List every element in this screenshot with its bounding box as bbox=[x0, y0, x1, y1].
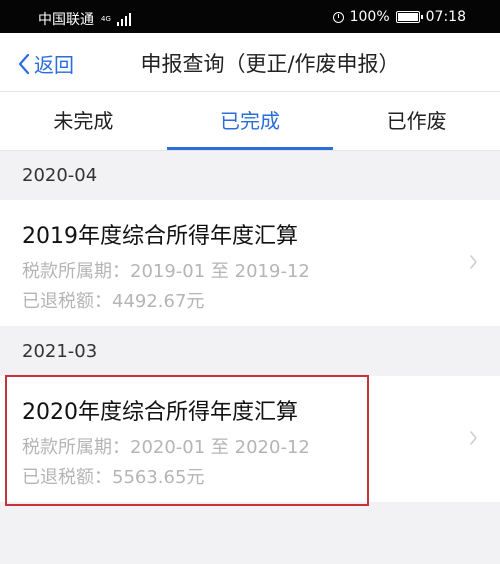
network-type: 4G bbox=[101, 14, 111, 23]
tab-incomplete[interactable]: 未完成 bbox=[0, 92, 167, 150]
status-left: 中国联通 4G bbox=[38, 9, 131, 29]
status-bar: 中国联通 4G 100% 07:18 bbox=[0, 0, 500, 33]
record-title: 2020年度综合所得年度汇算 bbox=[22, 400, 298, 425]
record-item[interactable]: 2020年度综合所得年度汇算 税款所属期：2020-01 至 2020-12 已… bbox=[0, 376, 500, 502]
record-refund: 已退税额：5563.65元 bbox=[22, 467, 205, 488]
section-date: 2020-04 bbox=[22, 165, 98, 186]
clock-time: 07:18 bbox=[425, 9, 466, 25]
carrier-name: 中国联通 bbox=[38, 12, 94, 28]
status-right: 100% 07:18 bbox=[332, 9, 466, 25]
section-date: 2021-03 bbox=[22, 341, 98, 362]
tab-bar: 未完成 已完成 已作废 bbox=[0, 92, 500, 151]
alarm-icon bbox=[332, 11, 344, 23]
record-period: 税款所属期：2019-01 至 2019-12 bbox=[22, 261, 310, 282]
record-item[interactable]: 2019年度综合所得年度汇算 税款所属期：2019-01 至 2019-12 已… bbox=[0, 200, 500, 326]
nav-bar: 返回 申报查询（更正/作废申报） bbox=[0, 33, 500, 92]
tab-completed[interactable]: 已完成 bbox=[166, 92, 334, 150]
chevron-right-icon bbox=[470, 431, 477, 445]
record-period: 税款所属期：2020-01 至 2020-12 bbox=[22, 437, 310, 458]
record-title: 2019年度综合所得年度汇算 bbox=[22, 224, 298, 249]
chevron-right-icon bbox=[470, 255, 477, 269]
battery-icon bbox=[395, 11, 423, 23]
battery-percent: 100% bbox=[349, 9, 390, 25]
record-refund: 已退税额：4492.67元 bbox=[22, 291, 205, 312]
tab-voided[interactable]: 已作废 bbox=[333, 92, 500, 150]
page-title: 申报查询（更正/作废申报） bbox=[140, 52, 400, 76]
signal-icon bbox=[116, 12, 131, 26]
